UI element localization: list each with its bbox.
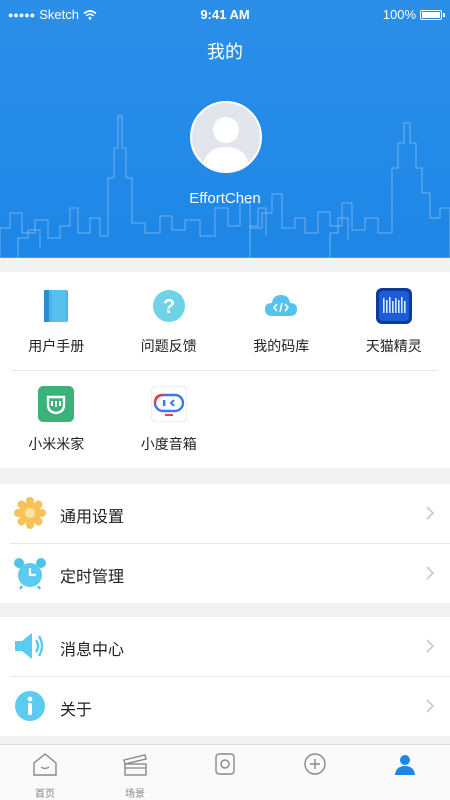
home-icon [33, 753, 57, 776]
shortcut-grid: 用户手册 ? 问题反馈 我的码库 天猫精灵 小米米家 小度音箱 [0, 272, 450, 468]
user-silhouette-icon [202, 117, 250, 171]
shortcut-label: 我的码库 [253, 338, 310, 354]
speaker-icon [15, 633, 44, 659]
avatar[interactable] [190, 101, 262, 173]
shortcut-label: 问题反馈 [140, 338, 197, 354]
gear-icon [14, 497, 46, 529]
page-title: 我的 [207, 42, 243, 62]
username: EffortChen [189, 190, 261, 207]
timer-management-item[interactable]: 定时管理 [0, 544, 450, 603]
shortcut-label: 小度音箱 [140, 436, 197, 452]
shortcut-user-manual[interactable]: 用户手册 [0, 272, 113, 370]
manual-book-icon [44, 290, 68, 322]
general-settings-label: 通用设置 [60, 509, 125, 526]
info-icon [15, 691, 45, 721]
shortcut-label: 小米米家 [28, 436, 85, 452]
profile-icon [395, 755, 415, 775]
xiaodu-speaker-icon [150, 386, 187, 422]
shortcut-label: 用户手册 [28, 338, 85, 354]
alarm-clock-icon [14, 558, 46, 590]
message-center-item[interactable]: 消息中心 [0, 617, 450, 676]
tab-label: 场景 [125, 789, 145, 800]
battery-icon [420, 9, 445, 20]
chevron-right-icon [426, 699, 435, 713]
shortcut-xiaodu-speaker[interactable]: 小度音箱 [113, 370, 226, 468]
question-feedback-icon: ? [152, 290, 185, 322]
general-settings-item[interactable]: 通用设置 [0, 484, 450, 543]
bottom-tab-bar: 首页 场景 [0, 744, 450, 800]
battery-percent: 100% [382, 7, 416, 22]
smart-icon [304, 753, 326, 775]
chevron-right-icon [426, 566, 435, 580]
tab-devices[interactable] [180, 745, 270, 800]
about-item[interactable]: 关于 [0, 677, 450, 736]
settings-group-info: 消息中心 关于 [0, 617, 450, 736]
code-cloud-icon [265, 295, 297, 316]
shortcut-tmall-genie[interactable]: 天猫精灵 [338, 272, 450, 370]
shortcut-mijia[interactable]: 小米米家 [0, 370, 113, 468]
mijia-icon [38, 386, 74, 422]
message-center-label: 消息中心 [60, 642, 125, 659]
shortcut-code-library[interactable]: 我的码库 [225, 272, 338, 370]
timer-management-label: 定时管理 [60, 569, 125, 586]
tab-scene[interactable]: 场景 [90, 745, 180, 800]
shortcut-label: 天猫精灵 [365, 338, 422, 354]
status-bar: ●●●●● Sketch 9:41 AM 100% [0, 0, 450, 28]
svg-text:?: ? [162, 296, 174, 318]
profile-header: ●●●●● Sketch 9:41 AM 100% 我的 EffortChen [0, 0, 450, 258]
tab-profile[interactable] [360, 745, 450, 800]
shortcut-feedback[interactable]: ? 问题反馈 [113, 272, 226, 370]
scene-icon [123, 754, 147, 776]
about-label: 关于 [60, 702, 93, 719]
settings-group-general: 通用设置 定时管理 [0, 484, 450, 603]
tmall-genie-icon [375, 288, 412, 324]
chevron-right-icon [426, 506, 435, 520]
tab-smart[interactable] [270, 745, 360, 800]
tab-label: 首页 [35, 789, 55, 800]
devices-icon [215, 753, 235, 775]
chevron-right-icon [426, 639, 435, 653]
tab-home[interactable]: 首页 [0, 745, 90, 800]
